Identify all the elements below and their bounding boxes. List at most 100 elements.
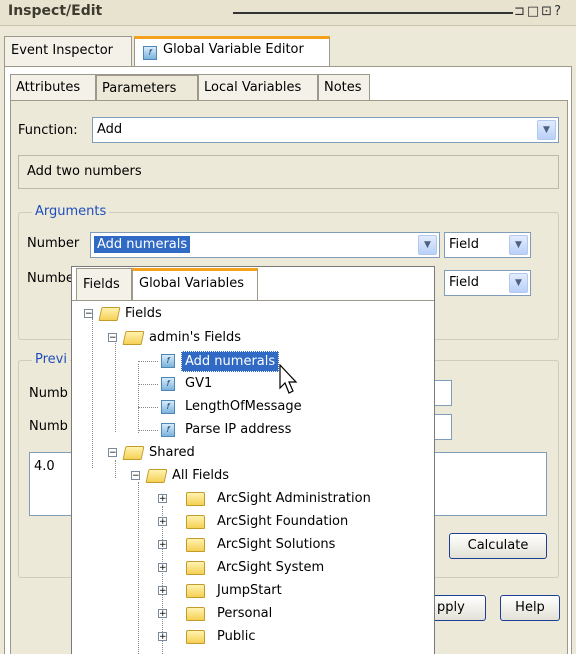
tree-guide	[115, 340, 116, 432]
tab-label: Global Variables	[139, 276, 245, 291]
function-label: Function:	[18, 123, 78, 138]
expand-icon[interactable]: +	[158, 609, 167, 619]
folder-icon	[186, 515, 205, 529]
tree-label: Add numerals	[181, 351, 280, 372]
expand-icon[interactable]: +	[158, 632, 167, 642]
calculate-button[interactable]: Calculate	[449, 533, 547, 559]
folder-open-icon	[145, 469, 168, 483]
tab-parameters[interactable]: Parameters	[96, 74, 198, 101]
popup-tab-border	[72, 300, 434, 301]
tab-fields[interactable]: Fields	[76, 268, 132, 301]
expand-icon[interactable]: +	[158, 563, 167, 573]
argument1-label: Number	[27, 236, 80, 251]
tab-attributes[interactable]: Attributes	[10, 74, 96, 101]
tree-guide	[138, 384, 158, 385]
folder-open-icon	[122, 331, 145, 345]
tree-label: Public	[217, 629, 256, 644]
argument2-type: Field	[449, 275, 480, 290]
tree-label: admin's Fields	[149, 330, 241, 345]
chevron-down-icon[interactable]: ▼	[509, 273, 528, 293]
collapse-icon[interactable]: −	[108, 448, 117, 458]
function-value: Add	[97, 122, 123, 137]
collapse-icon[interactable]: −	[131, 471, 140, 481]
fx-icon: f	[161, 400, 175, 414]
tab-event-inspector[interactable]: Event Inspector	[4, 36, 132, 66]
expand-icon[interactable]: +	[158, 586, 167, 596]
collapse-icon[interactable]: −	[108, 333, 117, 343]
tree-label: Parse IP address	[185, 422, 292, 437]
tree-label: Shared	[149, 445, 195, 460]
description-text: Add two numbers	[27, 164, 142, 179]
tree-label: ArcSight Administration	[217, 491, 371, 506]
tree-guide	[138, 482, 139, 654]
help-button[interactable]: Help	[500, 595, 560, 621]
popup-tabstrip: Fields Global Variables	[76, 268, 436, 301]
folder-user-icon	[186, 607, 205, 621]
expand-icon[interactable]: +	[158, 494, 167, 504]
preview-label-1: Numb	[29, 386, 68, 401]
title-divider	[233, 12, 513, 14]
tree-guide	[138, 361, 158, 362]
description-box: Add two numbers	[18, 155, 559, 189]
tab-label: Local Variables	[204, 80, 302, 95]
tab-label: Global Variable Editor	[163, 42, 304, 57]
argument1-type-select[interactable]: Field ▼	[444, 232, 531, 258]
chevron-down-icon[interactable]: ▼	[537, 120, 556, 140]
mouse-cursor-icon	[279, 364, 298, 394]
expand-icon[interactable]: +	[158, 517, 167, 527]
tab-local-variables[interactable]: Local Variables	[198, 74, 318, 101]
tree-label: LengthOfMessage	[185, 399, 302, 414]
tab-global-variable-editor[interactable]: f Global Variable Editor	[134, 36, 330, 66]
tree-label: ArcSight Foundation	[217, 514, 349, 529]
folder-open-icon	[122, 446, 145, 460]
tree-label: All Fields	[172, 468, 230, 483]
tab-notes[interactable]: Notes	[318, 74, 370, 101]
preview-label-2: Numb	[29, 419, 68, 434]
tree-label: GV1	[185, 376, 213, 391]
argument1-select[interactable]: Add numerals ▼	[90, 232, 440, 258]
tree-guide	[138, 364, 139, 433]
folder-locked-icon	[186, 561, 205, 575]
fx-icon: f	[161, 354, 175, 368]
preview-input-2[interactable]	[432, 414, 452, 440]
expand-icon[interactable]: +	[158, 540, 167, 550]
arguments-title: Arguments	[32, 204, 110, 219]
tree-label: JumpStart	[217, 583, 282, 598]
preview-input-1[interactable]	[432, 380, 452, 406]
fx-icon: f	[143, 46, 157, 60]
preview-result: 4.0	[34, 459, 55, 474]
collapse-icon[interactable]: −	[84, 309, 93, 319]
argument2-label: Numbe	[27, 271, 74, 286]
folder-icon	[186, 630, 205, 644]
folder-open-icon	[98, 307, 121, 321]
top-tabstrip: Event Inspector f Global Variable Editor	[4, 36, 572, 66]
folder-icon	[186, 492, 205, 506]
tab-label: Notes	[324, 80, 362, 95]
tree-label: ArcSight System	[217, 560, 325, 575]
tree-guide	[115, 460, 116, 478]
folder-icon	[186, 584, 205, 598]
tree-label: Personal	[217, 606, 273, 621]
apply-button[interactable]: pply	[432, 595, 486, 621]
fx-icon: f	[161, 377, 175, 391]
argument1-value: Add numerals	[94, 236, 191, 253]
argument2-type-select[interactable]: Field ▼	[444, 270, 531, 296]
chevron-down-icon[interactable]: ▼	[509, 235, 528, 255]
tree-guide	[138, 407, 158, 408]
fx-icon: f	[161, 423, 175, 437]
tab-label: Attributes	[16, 80, 81, 95]
folder-icon	[186, 538, 205, 552]
tree-guide	[92, 318, 93, 468]
window-controls[interactable]: ⊐□⊡?	[514, 4, 563, 19]
tree-guide	[138, 430, 158, 431]
sub-tabstrip: Attributes Parameters Local Variables No…	[10, 74, 570, 101]
chevron-down-icon[interactable]: ▼	[418, 235, 437, 255]
tab-label: Fields	[83, 277, 120, 292]
tab-label: Event Inspector	[11, 43, 114, 58]
function-select[interactable]: Add ▼	[92, 117, 559, 143]
tree-label: Fields	[125, 306, 162, 321]
argument1-type: Field	[449, 237, 480, 252]
window-title: Inspect/Edit	[8, 3, 103, 19]
tree-label: ArcSight Solutions	[217, 537, 336, 552]
tab-global-variables[interactable]: Global Variables	[132, 268, 258, 301]
